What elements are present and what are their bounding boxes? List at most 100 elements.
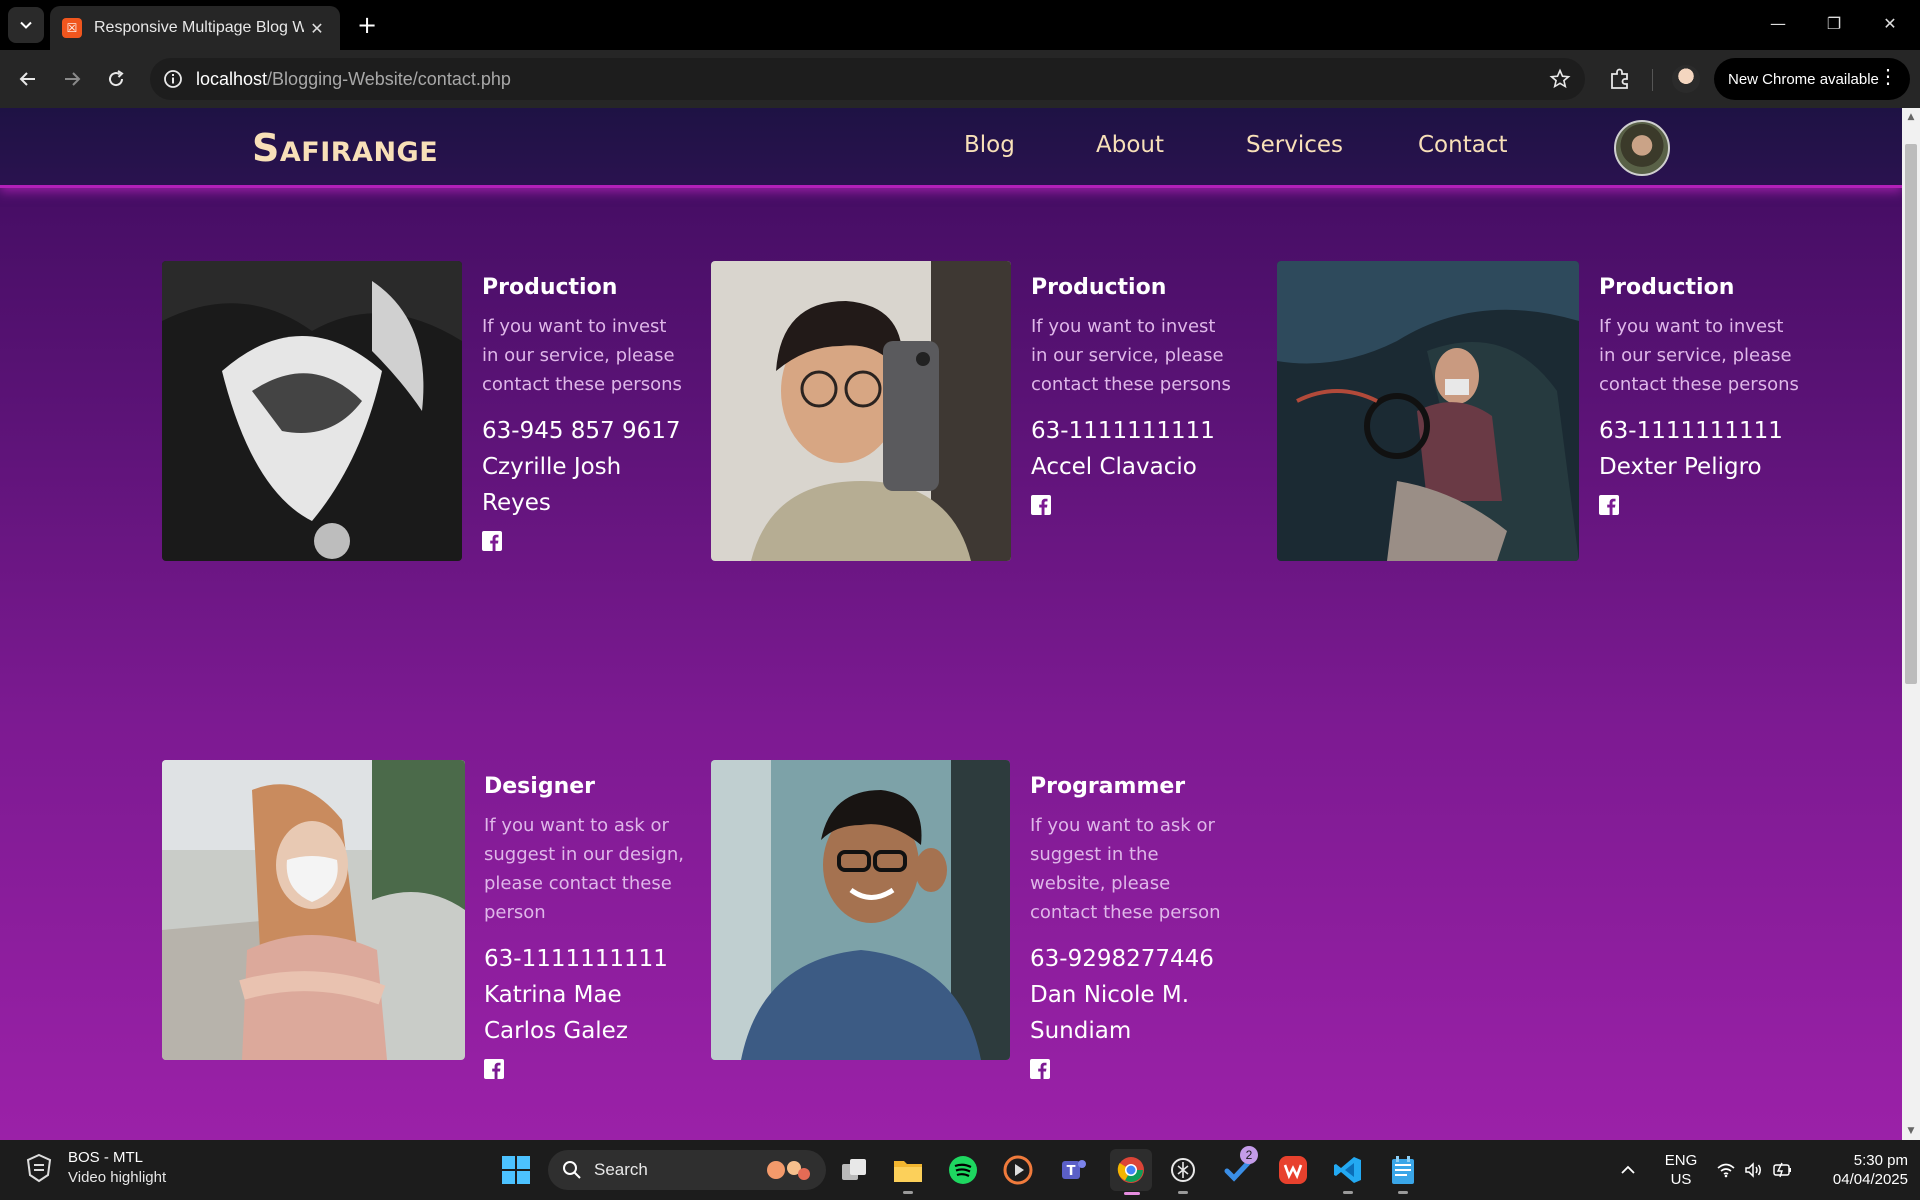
language-code: ENG — [1664, 1152, 1698, 1169]
tab-close-icon[interactable]: ✕ — [306, 17, 328, 39]
page-scrollbar[interactable]: ▲ ▼ — [1902, 108, 1920, 1140]
svg-text:T: T — [1067, 1164, 1076, 1179]
news-widget[interactable]: BOS - MTL Video highlight — [24, 1148, 166, 1188]
contact-photo-1 — [162, 261, 462, 561]
browser-tab-strip: ☒ Responsive Multipage Blog Website ✕ + … — [0, 0, 1920, 50]
facebook-icon[interactable] — [482, 531, 502, 551]
contact-name: Czyrille Josh Reyes — [482, 454, 622, 516]
todo-icon[interactable]: 2 — [1220, 1146, 1258, 1188]
browser-toolbar: localhost/Blogging-Website/contact.php N… — [0, 50, 1920, 108]
volume-icon[interactable] — [1742, 1152, 1766, 1188]
facebook-icon[interactable] — [1031, 495, 1051, 515]
contact-role: Designer — [484, 774, 595, 799]
update-label: New Chrome available — [1728, 70, 1879, 88]
contact-phone: 63-1111111111 — [484, 946, 668, 972]
browser-tab-active[interactable]: ☒ Responsive Multipage Blog Website ✕ — [50, 6, 340, 50]
tab-search-button[interactable] — [8, 7, 44, 43]
spotify-icon[interactable] — [945, 1152, 981, 1188]
reload-icon[interactable] — [100, 63, 132, 95]
contact-description: If you want to invest in our service, pl… — [1031, 316, 1231, 395]
scroll-down-icon[interactable]: ▼ — [1906, 1126, 1916, 1136]
battery-icon[interactable] — [1770, 1152, 1794, 1188]
url-text: localhost/Blogging-Website/contact.php — [196, 69, 511, 89]
forward-icon[interactable] — [56, 63, 88, 95]
contact-card-3: Production If you want to invest in our … — [1599, 261, 1799, 515]
nav-services[interactable]: Services — [1246, 132, 1343, 158]
search-label: Search — [594, 1160, 648, 1179]
media-player-icon[interactable] — [1000, 1152, 1036, 1188]
xampp-favicon-icon: ☒ — [62, 18, 82, 38]
contact-card-5: Programmer If you want to ask or suggest… — [1030, 760, 1230, 1079]
site-header: Safirange Blog About Services Contact — [0, 108, 1902, 188]
keyboard-region: US — [1670, 1171, 1692, 1188]
todo-badge: 2 — [1240, 1146, 1258, 1164]
clock-time: 5:30 pm — [1853, 1152, 1908, 1169]
contact-description: If you want to invest in our service, pl… — [1599, 316, 1799, 395]
bookmark-star-icon[interactable] — [1549, 68, 1571, 90]
contact-role: Production — [482, 275, 618, 300]
contact-phone: 63-945 857 9617 — [482, 418, 681, 444]
contact-role: Production — [1599, 275, 1735, 300]
contact-name: Dexter Peligro — [1599, 454, 1762, 480]
hockey-logo-icon — [26, 1153, 52, 1183]
contact-name: Dan Nicole M. Sundiam — [1030, 982, 1190, 1044]
contact-photo-4 — [162, 760, 465, 1060]
user-avatar[interactable] — [1614, 120, 1670, 176]
contact-photo-5 — [711, 760, 1010, 1060]
toolbar-separator — [1652, 69, 1653, 91]
contact-role: Programmer — [1030, 774, 1186, 799]
contact-phone: 63-1111111111 — [1599, 418, 1783, 444]
contact-description: If you want to invest in our service, pl… — [482, 316, 682, 395]
contact-phone: 63-9298277446 — [1030, 946, 1214, 972]
contact-phone: 63-1111111111 — [1031, 418, 1215, 444]
scroll-up-icon[interactable]: ▲ — [1906, 112, 1916, 122]
task-view-icon[interactable] — [836, 1152, 872, 1188]
back-icon[interactable] — [12, 63, 44, 95]
widget-title: BOS - MTL — [68, 1149, 144, 1166]
windows-start-icon[interactable] — [498, 1152, 534, 1188]
facebook-icon[interactable] — [1599, 495, 1619, 515]
language-indicator[interactable]: ENG US — [1660, 1151, 1702, 1189]
teams-icon[interactable]: T — [1055, 1152, 1091, 1188]
new-tab-icon[interactable]: + — [352, 10, 382, 40]
clock[interactable]: 5:30 pm 04/04/2025 — [1810, 1151, 1908, 1189]
facebook-icon[interactable] — [1030, 1059, 1050, 1079]
contact-card-4: Designer If you want to ask or suggest i… — [484, 760, 684, 1079]
wifi-icon[interactable] — [1714, 1152, 1738, 1188]
nav-about[interactable]: About — [1096, 132, 1164, 158]
widget-subtitle: Video highlight — [68, 1169, 167, 1186]
profile-avatar[interactable] — [1672, 65, 1700, 93]
site-info-icon[interactable] — [162, 68, 184, 90]
nav-blog[interactable]: Blog — [964, 132, 1015, 158]
chevron-down-icon — [20, 21, 32, 29]
wps-office-icon[interactable] — [1275, 1152, 1311, 1188]
restore-icon[interactable]: ❐ — [1806, 0, 1862, 46]
extensions-puzzle-icon[interactable] — [1606, 65, 1634, 93]
contact-photo-3 — [1277, 261, 1579, 561]
nav-contact[interactable]: Contact — [1418, 132, 1507, 158]
chatgpt-icon[interactable] — [1165, 1152, 1201, 1194]
contact-name: Accel Clavacio — [1031, 454, 1197, 480]
contact-description: If you want to ask or suggest in our des… — [484, 815, 684, 923]
file-explorer-icon[interactable] — [890, 1152, 926, 1194]
vscode-icon[interactable] — [1330, 1152, 1366, 1194]
contact-card-1: Production If you want to invest in our … — [482, 261, 682, 551]
contact-description: If you want to ask or suggest in the web… — [1030, 815, 1221, 923]
address-bar[interactable]: localhost/Blogging-Website/contact.php — [150, 58, 1585, 100]
site-logo[interactable]: Safirange — [252, 126, 438, 170]
new-chrome-available-button[interactable]: New Chrome available ⋮ — [1714, 58, 1910, 100]
page-viewport: Safirange Blog About Services Contact Pr… — [0, 108, 1902, 1140]
taskbar-search[interactable]: Search — [548, 1150, 826, 1190]
minimize-icon[interactable]: — — [1750, 0, 1806, 46]
tab-title: Responsive Multipage Blog Website — [94, 19, 304, 36]
show-hidden-icons-icon[interactable] — [1614, 1152, 1642, 1188]
search-icon — [563, 1161, 581, 1179]
notepad-icon[interactable] — [1385, 1152, 1421, 1194]
facebook-icon[interactable] — [484, 1059, 504, 1079]
window-close-icon[interactable]: ✕ — [1862, 0, 1918, 46]
more-menu-icon[interactable]: ⋮ — [1878, 67, 1898, 87]
contact-name: Katrina Mae Carlos Galez — [484, 982, 628, 1044]
clock-date: 04/04/2025 — [1832, 1171, 1908, 1188]
scroll-thumb[interactable] — [1905, 144, 1917, 684]
chrome-icon[interactable] — [1110, 1149, 1152, 1195]
